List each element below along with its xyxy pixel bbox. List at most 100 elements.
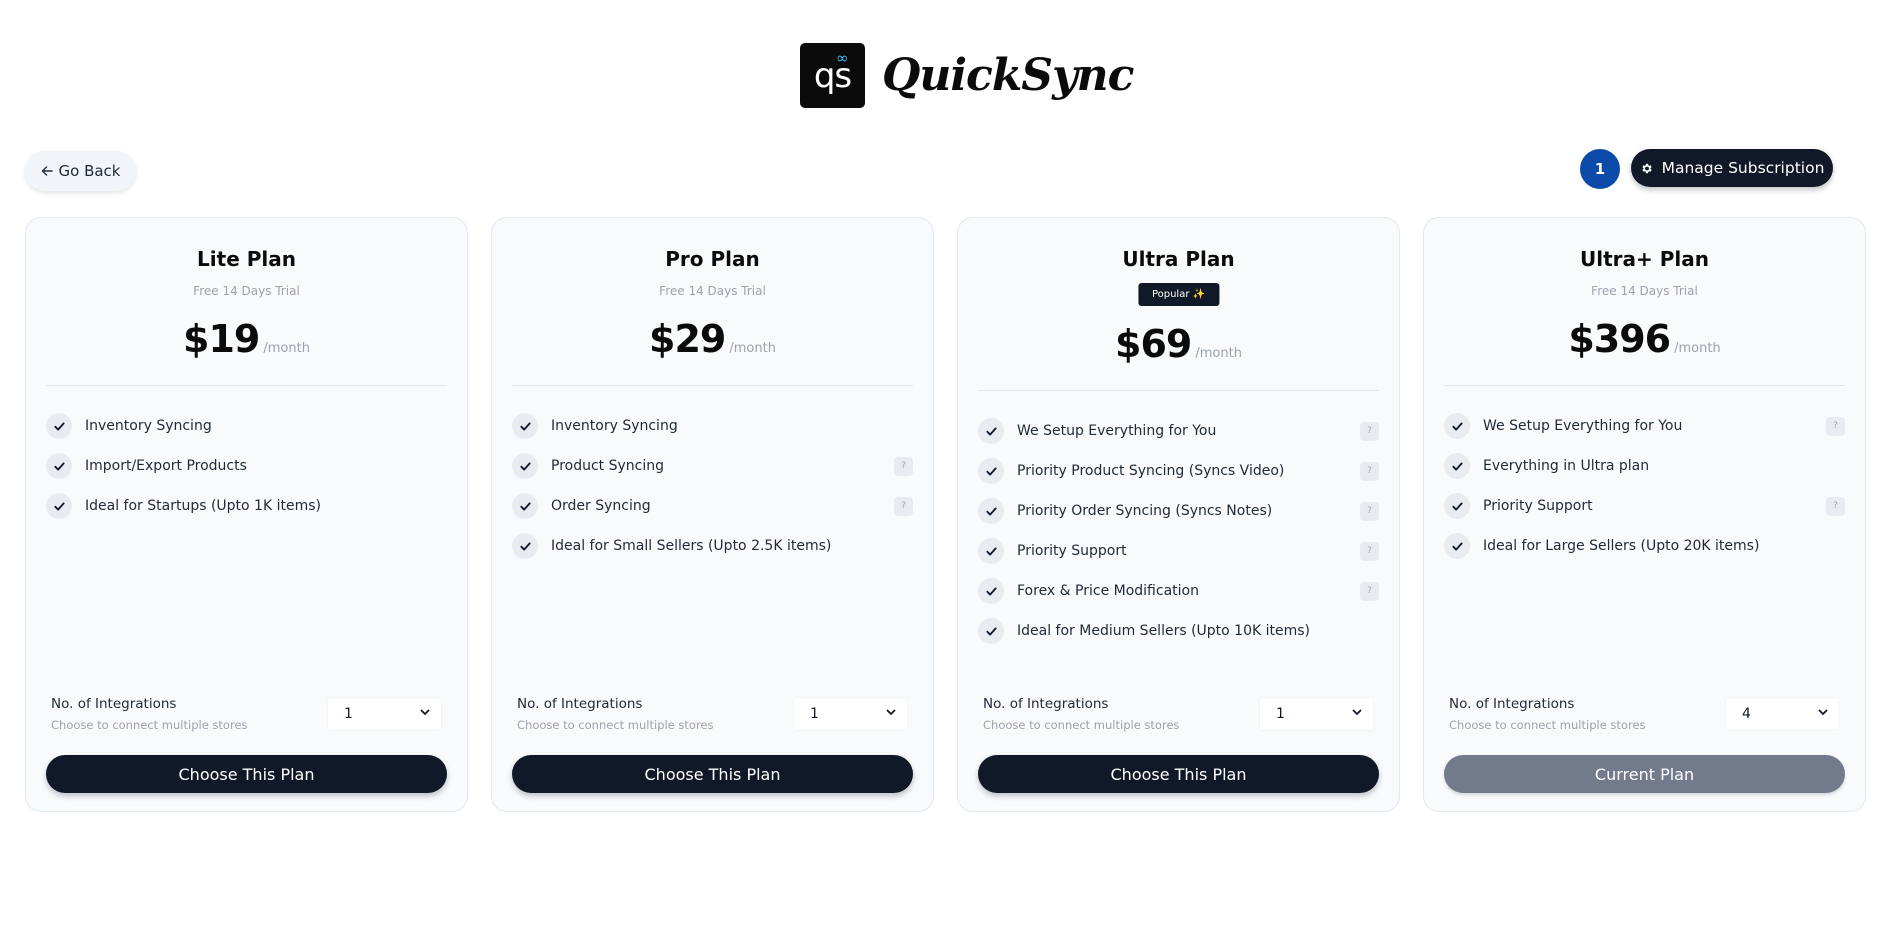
integrations-select[interactable]: 1 — [327, 697, 442, 731]
feature-item: Priority Product Syncing (Syncs Video) ? — [978, 451, 1379, 491]
feature-item: Priority Support ? — [1444, 486, 1845, 526]
check-icon — [46, 413, 72, 439]
plan-card: Pro Plan Free 14 Days Trial $29/month Inv… — [491, 217, 934, 812]
price-row: $396/month — [1424, 317, 1865, 361]
plan-card: Lite Plan Free 14 Days Trial $19/month In… — [25, 217, 468, 812]
feature-item: Priority Order Syncing (Syncs Notes) ? — [978, 491, 1379, 531]
feature-text: Product Syncing — [551, 458, 664, 474]
plan-card: Ultra+ Plan Free 14 Days Trial $396/month… — [1423, 217, 1866, 812]
integrations-label: No. of Integrations — [983, 696, 1109, 712]
choose-plan-button[interactable]: Choose This Plan — [978, 755, 1379, 793]
price-period: /month — [1674, 341, 1721, 356]
feature-item: Priority Support ? — [978, 531, 1379, 571]
feature-text: Priority Product Syncing (Syncs Video) — [1017, 463, 1285, 479]
feature-item: Ideal for Small Sellers (Upto 2.5K items… — [512, 526, 913, 566]
help-icon[interactable]: ? — [1360, 421, 1379, 441]
manage-subscription-button[interactable]: Manage Subscription — [1631, 149, 1833, 187]
check-icon — [978, 538, 1004, 564]
feature-text: We Setup Everything for You — [1017, 423, 1217, 439]
help-icon[interactable]: ? — [1826, 496, 1845, 516]
check-icon — [1444, 493, 1470, 519]
feature-list: We Setup Everything for You ? Everything… — [1444, 406, 1845, 566]
choose-plan-button[interactable]: Choose This Plan — [512, 755, 913, 793]
plan-trial-text: Free 14 Days Trial — [1591, 284, 1698, 298]
plan-card: Ultra Plan Popular ✨ $69/month We Setup E… — [957, 217, 1400, 812]
feature-text: Ideal for Small Sellers (Upto 2.5K items… — [551, 538, 832, 554]
check-icon — [978, 418, 1004, 444]
divider — [512, 385, 913, 386]
plan-title: Pro Plan — [665, 247, 760, 271]
integrations-value: 1 — [344, 706, 353, 722]
price-period: /month — [1195, 346, 1242, 361]
plan-price: $19 — [183, 317, 260, 361]
feature-item: Order Syncing ? — [512, 486, 913, 526]
help-icon[interactable]: ? — [1360, 581, 1379, 601]
integrations-value: 1 — [1276, 706, 1285, 722]
feature-list: Inventory Syncing Import/Export Products… — [46, 406, 447, 526]
feature-item: We Setup Everything for You ? — [1444, 406, 1845, 446]
go-back-button[interactable]: Go Back — [25, 151, 136, 191]
chevron-down-icon — [419, 706, 431, 722]
price-row: $29/month — [492, 317, 933, 361]
notification-count-badge[interactable]: 1 — [1580, 149, 1620, 189]
check-icon — [1444, 453, 1470, 479]
integrations-hint: Choose to connect multiple stores — [1449, 718, 1646, 732]
help-icon[interactable]: ? — [1826, 416, 1845, 436]
feature-item: Inventory Syncing — [512, 406, 913, 446]
check-icon — [1444, 533, 1470, 559]
feature-item: Ideal for Medium Sellers (Upto 10K items… — [978, 611, 1379, 651]
plan-trial-text: Free 14 Days Trial — [193, 284, 300, 298]
feature-list: We Setup Everything for You ? Priority P… — [978, 411, 1379, 651]
chevron-down-icon — [885, 706, 897, 722]
integrations-select[interactable]: 1 — [1259, 697, 1374, 731]
feature-text: Priority Order Syncing (Syncs Notes) — [1017, 503, 1273, 519]
check-icon — [512, 413, 538, 439]
chevron-down-icon — [1817, 706, 1829, 722]
feature-item: Inventory Syncing — [46, 406, 447, 446]
plan-price: $396 — [1568, 317, 1671, 361]
feature-text: Inventory Syncing — [551, 418, 678, 434]
check-icon — [512, 533, 538, 559]
help-icon[interactable]: ? — [1360, 501, 1379, 521]
feature-text: Ideal for Medium Sellers (Upto 10K items… — [1017, 623, 1311, 639]
check-icon — [978, 498, 1004, 524]
popular-badge: Popular ✨ — [1137, 283, 1220, 306]
choose-plan-button[interactable]: Choose This Plan — [46, 755, 447, 793]
price-period: /month — [263, 341, 310, 356]
integrations-value: 1 — [810, 706, 819, 722]
integrations-select[interactable]: 1 — [793, 697, 908, 731]
integrations-hint: Choose to connect multiple stores — [517, 718, 714, 732]
check-icon — [978, 618, 1004, 644]
integrations-label: No. of Integrations — [517, 696, 643, 712]
help-icon[interactable]: ? — [894, 496, 913, 516]
integrations-label: No. of Integrations — [1449, 696, 1575, 712]
feature-text: Everything in Ultra plan — [1483, 458, 1650, 474]
feature-item: We Setup Everything for You ? — [978, 411, 1379, 451]
feature-text: Priority Support — [1483, 498, 1593, 514]
feature-text: Forex & Price Modification — [1017, 583, 1199, 599]
check-icon — [978, 458, 1004, 484]
help-icon[interactable]: ? — [1360, 461, 1379, 481]
check-icon — [512, 493, 538, 519]
feature-text: Import/Export Products — [85, 458, 247, 474]
check-icon — [1444, 413, 1470, 439]
integrations-hint: Choose to connect multiple stores — [983, 718, 1180, 732]
feature-text: Ideal for Startups (Upto 1K items) — [85, 498, 321, 514]
help-icon[interactable]: ? — [1360, 541, 1379, 561]
logo-infinity-icon: ∞ — [836, 49, 848, 67]
feature-item: Product Syncing ? — [512, 446, 913, 486]
plan-trial-text: Free 14 Days Trial — [659, 284, 766, 298]
logo-mark: qs ∞ — [800, 43, 865, 108]
check-icon — [512, 453, 538, 479]
feature-text: Ideal for Large Sellers (Upto 20K items) — [1483, 538, 1760, 554]
price-row: $69/month — [958, 322, 1399, 366]
current-plan-button[interactable]: Current Plan — [1444, 755, 1845, 793]
help-icon[interactable]: ? — [894, 456, 913, 476]
plan-price: $69 — [1115, 322, 1192, 366]
divider — [1444, 385, 1845, 386]
chevron-down-icon — [1351, 706, 1363, 722]
integrations-select[interactable]: 4 — [1725, 697, 1840, 731]
manage-subscription-label: Manage Subscription — [1661, 159, 1825, 177]
plan-title: Lite Plan — [197, 247, 296, 271]
feature-text: Order Syncing — [551, 498, 651, 514]
